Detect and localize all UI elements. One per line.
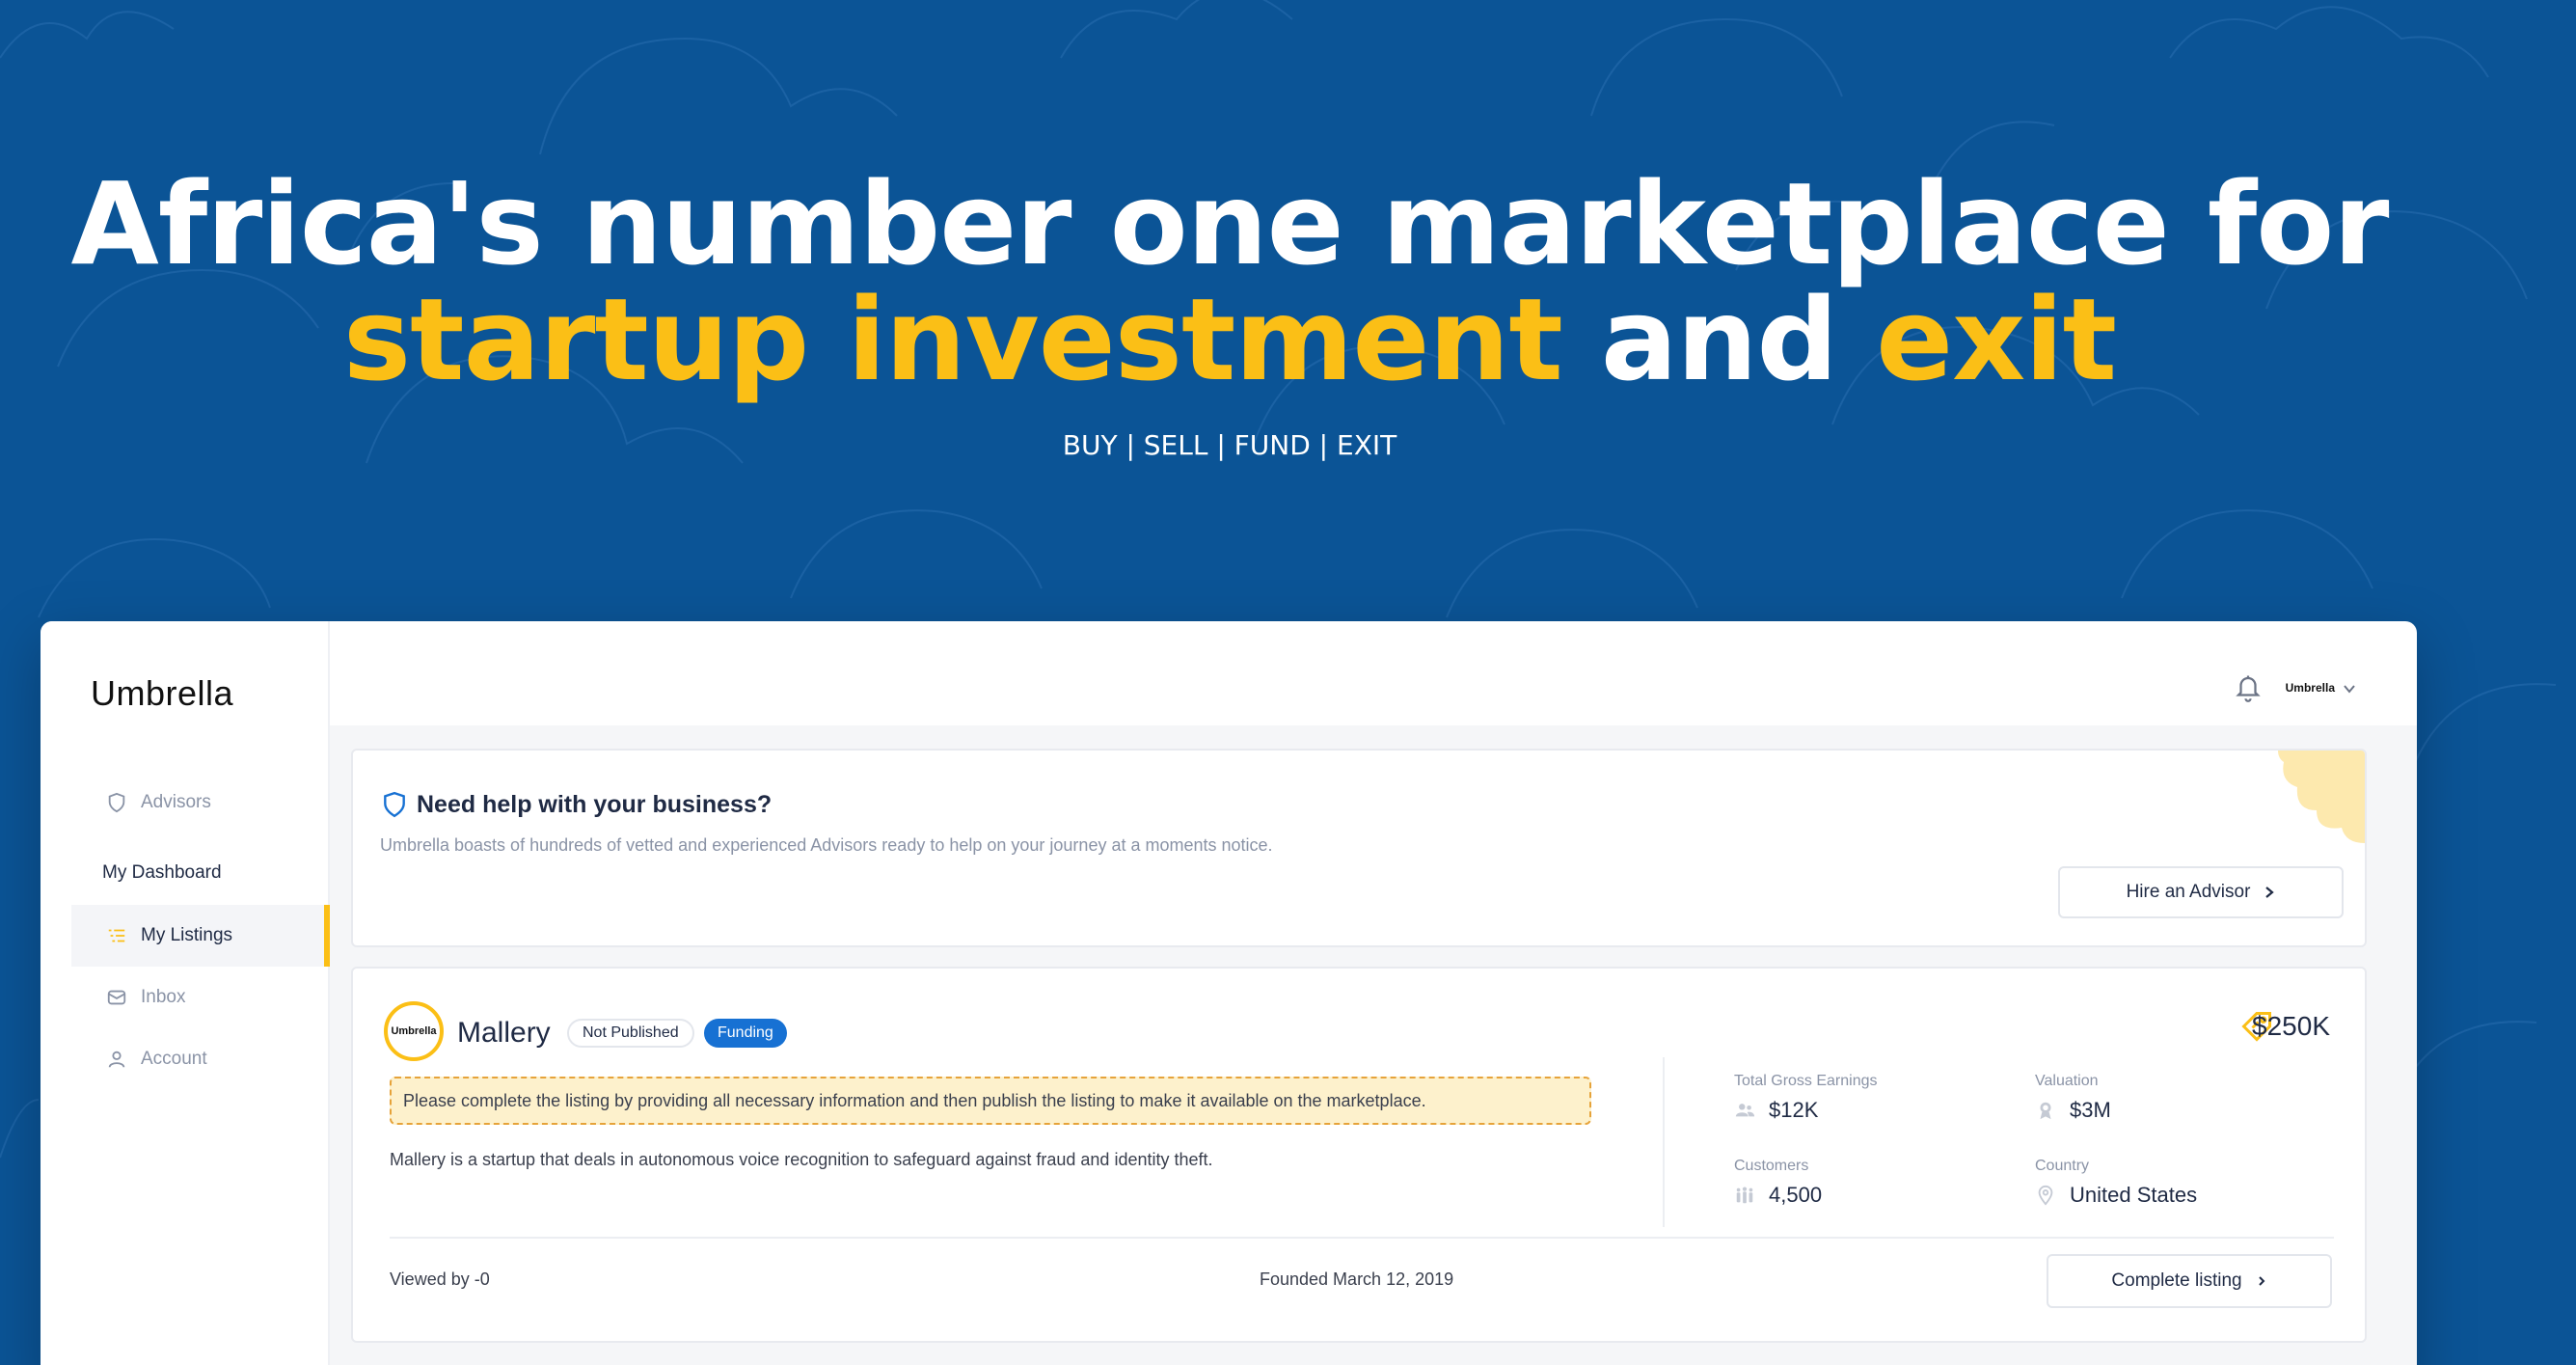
listing-price: $250K bbox=[2252, 1011, 2330, 1041]
people-icon bbox=[1734, 1185, 1755, 1206]
location-pin-icon bbox=[2035, 1185, 2056, 1206]
hero-headline-line1: Africa's number one marketplace for bbox=[70, 157, 2390, 290]
top-bar: Umbrella bbox=[330, 621, 2417, 727]
user-icon bbox=[106, 1049, 127, 1070]
sidebar-item-my-listings[interactable]: My Listings bbox=[71, 905, 330, 967]
app-window: Umbrella Advisors My Dashboard My Listin… bbox=[41, 621, 2417, 1365]
incomplete-listing-warning: Please complete the listing by providing… bbox=[390, 1077, 1591, 1125]
earnings-value-text: $12K bbox=[1769, 1098, 1819, 1122]
shield-icon bbox=[106, 792, 127, 813]
hero-headline-line2: startup investment and exit bbox=[0, 282, 2459, 397]
company-logo-text: Umbrella bbox=[391, 1025, 437, 1037]
button-label: Complete listing bbox=[2111, 1270, 2242, 1291]
sidebar-section-heading: My Dashboard bbox=[102, 862, 222, 883]
complete-listing-button[interactable]: Complete listing bbox=[2047, 1254, 2332, 1308]
umbrella-logo[interactable]: Umbrella bbox=[91, 673, 233, 714]
earnings-value: $12K bbox=[1734, 1098, 1818, 1123]
hero-accent-investment: startup investment bbox=[342, 273, 1563, 406]
chevron-right-icon bbox=[2265, 887, 2275, 898]
help-card: Need help with your business? Umbrella b… bbox=[351, 749, 2367, 947]
hire-advisor-button[interactable]: Hire an Advisor bbox=[2058, 866, 2344, 918]
country-label: Country bbox=[2035, 1158, 2090, 1174]
mail-icon bbox=[106, 987, 127, 1008]
hero-and-text: and bbox=[1561, 273, 1877, 406]
valuation-value: $3M bbox=[2035, 1098, 2111, 1123]
sidebar-item-label: Inbox bbox=[141, 987, 186, 1007]
sidebar-item-advisors[interactable]: Advisors bbox=[71, 772, 330, 833]
shield-icon bbox=[384, 791, 405, 818]
users-icon bbox=[1734, 1100, 1755, 1121]
country-value-text: United States bbox=[2070, 1183, 2198, 1207]
sidebar-item-label: My Listings bbox=[141, 925, 233, 945]
logo-text: Umbrella bbox=[91, 673, 234, 713]
customers-value-text: 4,500 bbox=[1769, 1183, 1823, 1207]
bell-icon[interactable] bbox=[2234, 671, 2263, 704]
list-icon bbox=[106, 925, 127, 946]
valuation-value-text: $3M bbox=[2070, 1098, 2111, 1122]
earnings-label: Total Gross Earnings bbox=[1734, 1073, 1878, 1089]
company-name[interactable]: Mallery bbox=[457, 1017, 551, 1050]
main-content: Need help with your business? Umbrella b… bbox=[330, 725, 2417, 1365]
company-logo: Umbrella bbox=[384, 1001, 444, 1061]
valuation-label: Valuation bbox=[2035, 1073, 2099, 1089]
cloud-decoration-icon bbox=[2278, 751, 2365, 843]
listing-card[interactable]: Umbrella Mallery Not Published Funding $… bbox=[351, 967, 2367, 1343]
help-description: Umbrella boasts of hundreds of vetted an… bbox=[380, 835, 1273, 855]
sidebar-item-account[interactable]: Account bbox=[71, 1028, 330, 1090]
status-badge: Not Published bbox=[567, 1019, 694, 1048]
listing-footer-divider bbox=[390, 1237, 2334, 1239]
sidebar: Umbrella Advisors My Dashboard My Listin… bbox=[41, 621, 330, 1365]
help-title: Need help with your business? bbox=[417, 791, 773, 818]
country-value: United States bbox=[2035, 1183, 2197, 1208]
sidebar-item-label: Advisors bbox=[141, 792, 211, 812]
sidebar-item-label: Account bbox=[141, 1049, 207, 1069]
hero-tagline: BUY | SELL | FUND | EXIT bbox=[1062, 429, 1397, 461]
account-logo[interactable]: Umbrella bbox=[2286, 681, 2335, 695]
award-icon bbox=[2035, 1100, 2056, 1121]
listing-description: Mallery is a startup that deals in auton… bbox=[390, 1150, 1213, 1169]
founded-date: Founded March 12, 2019 bbox=[1260, 1269, 1454, 1289]
chevron-down-icon[interactable] bbox=[2342, 681, 2357, 696]
type-badge: Funding bbox=[704, 1019, 787, 1048]
viewed-by-count: Viewed by -0 bbox=[390, 1269, 490, 1289]
chevron-right-icon bbox=[2258, 1276, 2264, 1286]
hero-accent-exit: exit bbox=[1876, 273, 2117, 406]
stats-divider bbox=[1663, 1057, 1665, 1227]
customers-value: 4,500 bbox=[1734, 1183, 1822, 1208]
customers-label: Customers bbox=[1734, 1158, 1809, 1174]
button-label: Hire an Advisor bbox=[2126, 882, 2251, 902]
sidebar-item-inbox[interactable]: Inbox bbox=[71, 967, 330, 1028]
